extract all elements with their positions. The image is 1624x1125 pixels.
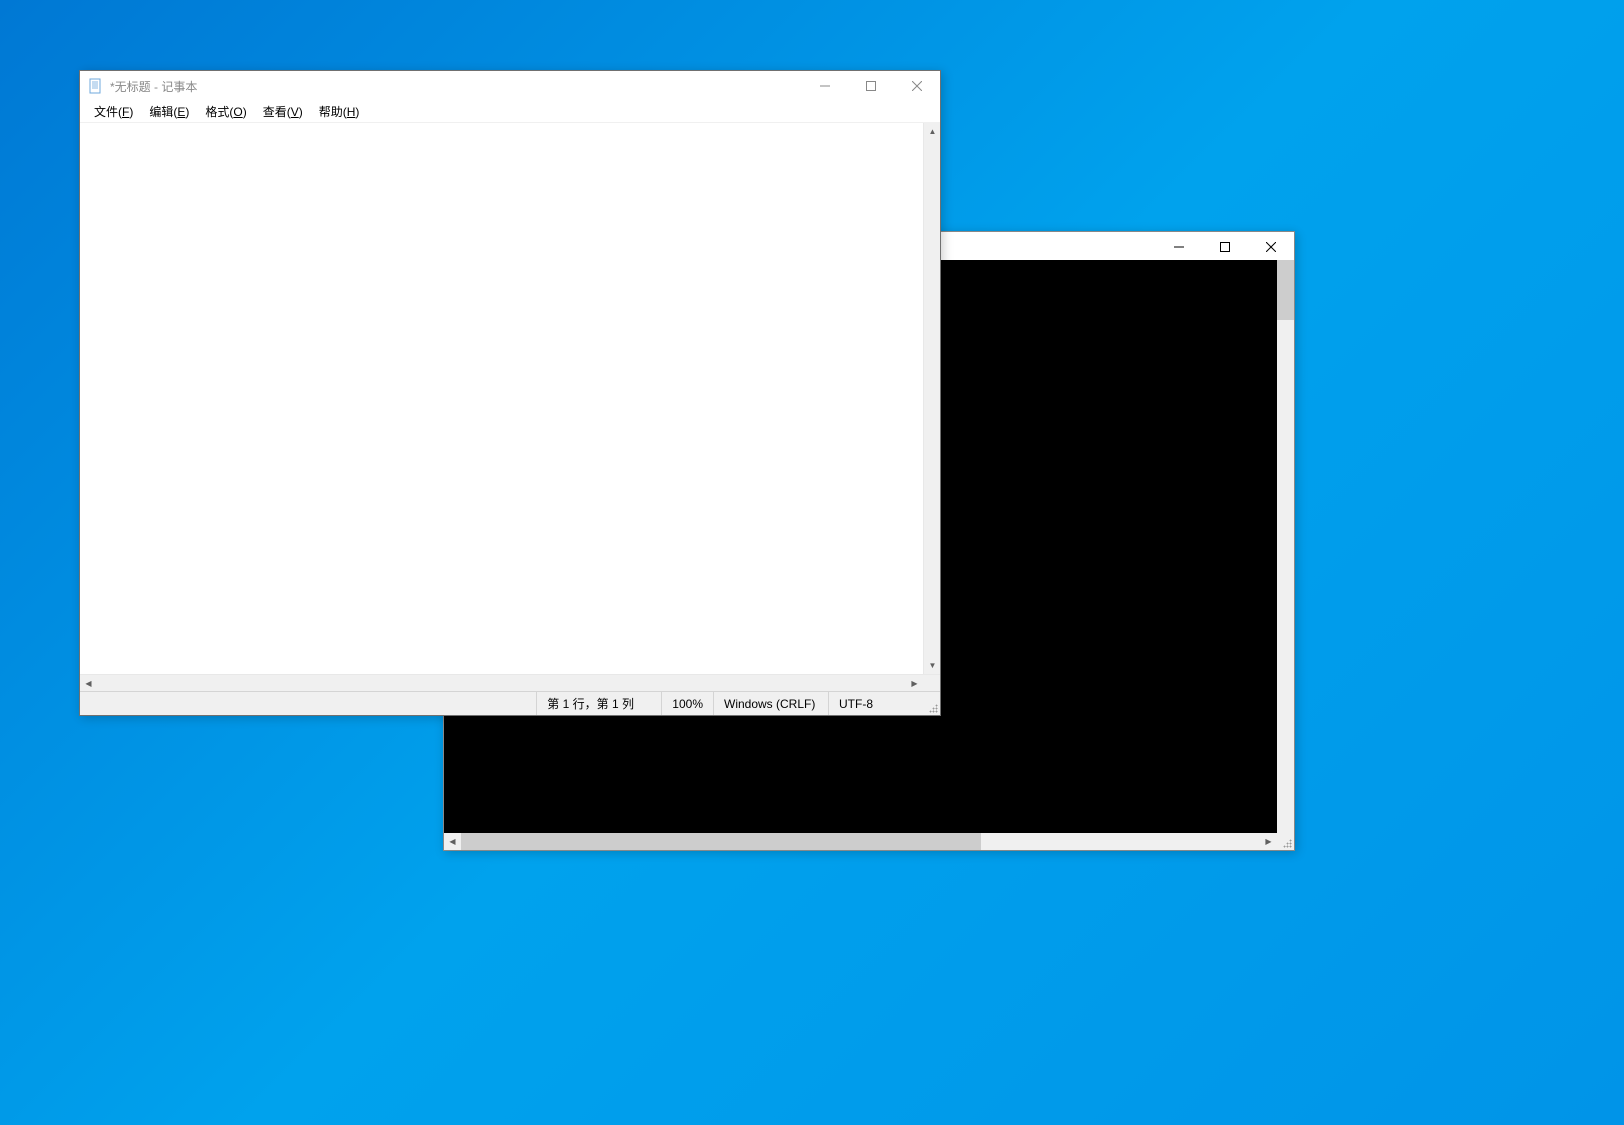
- notepad-text-area[interactable]: [80, 123, 923, 674]
- statusbar-lineending: Windows (CRLF): [713, 692, 828, 715]
- hscroll-right-arrow[interactable]: ▶: [906, 675, 923, 691]
- text-area-main: ▲ ▼: [80, 123, 940, 674]
- console-resize-grip[interactable]: [1277, 833, 1294, 850]
- menu-file[interactable]: 文件(F): [86, 101, 141, 122]
- console-vertical-scrollbar[interactable]: [1277, 260, 1294, 833]
- menu-help[interactable]: 帮助(H): [311, 101, 368, 122]
- notepad-resize-grip[interactable]: [923, 692, 940, 715]
- notepad-icon: [88, 78, 104, 94]
- notepad-window-controls: [802, 71, 940, 101]
- notepad-close-button[interactable]: [894, 71, 940, 101]
- notepad-title: *无标题 - 记事本: [110, 78, 802, 95]
- notepad-maximize-button[interactable]: [848, 71, 894, 101]
- notepad-menubar: 文件(F) 编辑(E) 格式(O) 查看(V) 帮助(H): [80, 101, 940, 123]
- text-area-container: ▲ ▼ ◀ ▶: [80, 123, 940, 691]
- notepad-titlebar[interactable]: *无标题 - 记事本: [80, 71, 940, 101]
- menu-view[interactable]: 查看(V): [255, 101, 311, 122]
- console-vscroll-thumb[interactable]: [1277, 260, 1294, 320]
- notepad-statusbar: 第 1 行，第 1 列 100% Windows (CRLF) UTF-8: [80, 691, 940, 715]
- statusbar-zoom: 100%: [661, 692, 713, 715]
- notepad-horizontal-scrollbar[interactable]: ◀ ▶: [80, 674, 940, 691]
- notepad-vertical-scrollbar[interactable]: ▲ ▼: [923, 123, 940, 674]
- statusbar-encoding: UTF-8: [828, 692, 923, 715]
- vscroll-up-arrow[interactable]: ▲: [924, 123, 940, 140]
- console-minimize-button[interactable]: [1156, 232, 1202, 262]
- menu-format[interactable]: 格式(O): [197, 101, 254, 122]
- console-hscroll-right-arrow[interactable]: ▶: [1260, 833, 1277, 850]
- console-hscroll-thumb[interactable]: [461, 833, 981, 850]
- console-close-button[interactable]: [1248, 232, 1294, 262]
- menu-edit[interactable]: 编辑(E): [141, 101, 197, 122]
- console-horizontal-scrollbar[interactable]: ◀ ▶: [444, 833, 1294, 850]
- scroll-corner: [923, 675, 940, 691]
- console-hscroll-left-arrow[interactable]: ◀: [444, 833, 461, 850]
- notepad-window: *无标题 - 记事本 文件(F) 编辑(E) 格式(O) 查看(V) 帮助(H)…: [79, 70, 941, 716]
- hscroll-left-arrow[interactable]: ◀: [80, 675, 97, 691]
- console-maximize-button[interactable]: [1202, 232, 1248, 262]
- vscroll-down-arrow[interactable]: ▼: [924, 657, 940, 674]
- console-window-controls: [1156, 232, 1294, 260]
- statusbar-position: 第 1 行，第 1 列: [536, 692, 661, 715]
- notepad-minimize-button[interactable]: [802, 71, 848, 101]
